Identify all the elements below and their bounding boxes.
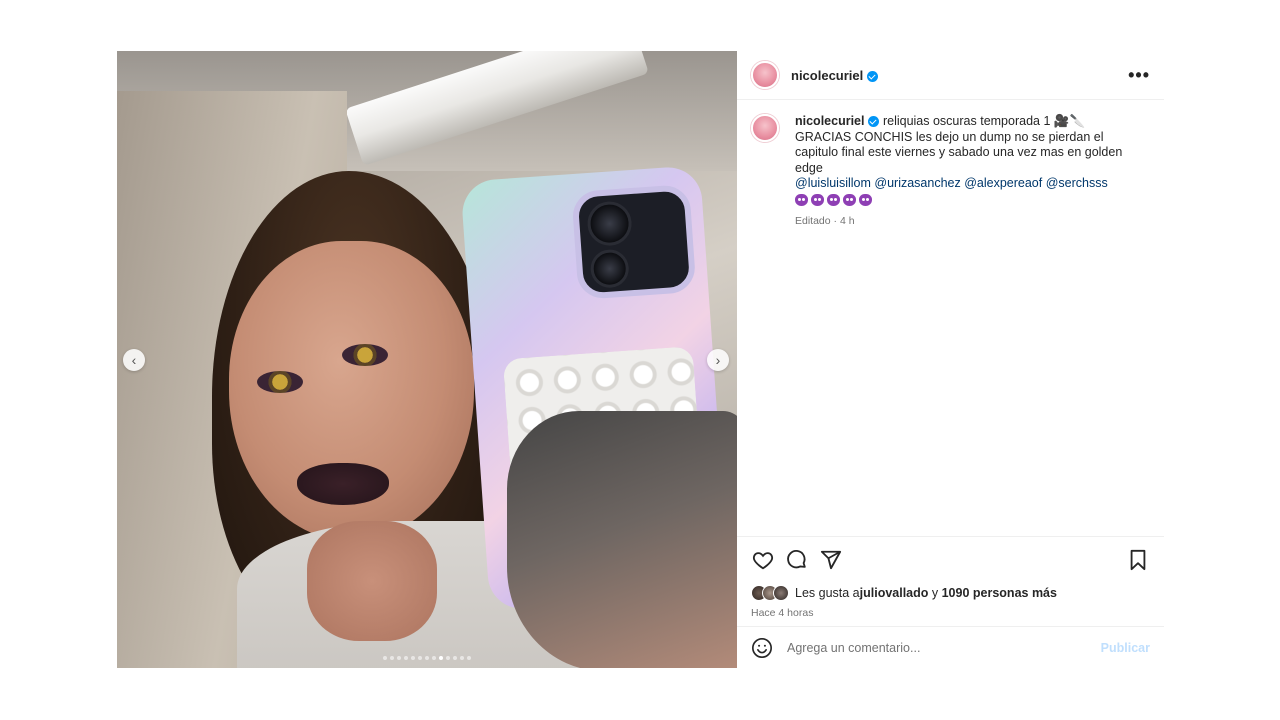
purple-demon-emoji-icon [795,193,808,206]
carousel-dot [404,656,408,660]
instagram-post: ‹ › nicolecuriel ••• nicolecuriel reliqu… [117,51,1164,668]
avatar[interactable] [751,61,779,89]
post-header: nicolecuriel ••• [737,51,1164,100]
carousel-dots [117,656,737,660]
carousel-dot [425,656,429,660]
purple-demon-emoji-icon [811,193,824,206]
comment-input[interactable] [787,640,1093,655]
publish-button[interactable]: Publicar [1101,641,1150,655]
liker-username[interactable]: juliovallado [860,586,929,600]
bookmark-icon[interactable] [1126,548,1150,572]
caption-avatar[interactable] [751,114,779,142]
likes-middle: y [928,586,942,600]
purple-demon-emoji-icon [827,193,840,206]
caption-area: nicolecuriel reliquias oscuras temporada… [737,100,1164,536]
liker-avatars[interactable] [751,585,789,601]
post-photo [117,51,737,668]
carousel-dot [411,656,415,660]
caption: nicolecuriel reliquias oscuras temporada… [795,114,1140,536]
post-time: Hace 4 horas [751,607,814,619]
carousel-dot [460,656,464,660]
caption-line2: GRACIAS CONCHIS les dejo un dump no se p… [795,129,1123,175]
caption-meta: Editado · 4 h [795,214,855,227]
heart-icon[interactable] [751,548,775,572]
carousel-dot [467,656,471,660]
post-media[interactable]: ‹ › [117,51,737,668]
mention-link[interactable]: @urizasanchez [874,176,960,190]
caption-username[interactable]: nicolecuriel [795,114,864,128]
carousel-dot [446,656,450,660]
carousel-dot [418,656,422,660]
carousel-dot [390,656,394,660]
carousel-next-button[interactable]: › [707,349,729,371]
mention-link[interactable]: @luisluisillom [795,176,871,190]
emoji-row [795,193,1140,206]
action-bar [737,536,1164,582]
username-text[interactable]: nicolecuriel [791,68,863,83]
verified-icon [867,70,879,82]
carousel-dot [397,656,401,660]
carousel-dot [439,656,443,660]
likes-count-link[interactable]: 1090 personas más [942,586,1057,600]
mention-link[interactable]: @serchsss [1046,176,1108,190]
carousel-dot [453,656,457,660]
purple-demon-emoji-icon [859,193,872,206]
likes-prefix: Les gusta a [795,586,860,600]
header-username[interactable]: nicolecuriel [791,68,879,83]
mention-link[interactable]: @alexpereaof [964,176,1042,190]
send-icon[interactable] [819,548,843,572]
verified-icon [868,116,880,128]
smiley-icon[interactable] [751,637,773,659]
avatar [773,585,789,601]
comment-icon[interactable] [785,548,809,572]
caption-line1: reliquias oscuras temporada 1 🎥🔪 [879,114,1086,128]
carousel-dot [383,656,387,660]
carousel-dot [432,656,436,660]
carousel-prev-button[interactable]: ‹ [123,349,145,371]
more-options-icon[interactable]: ••• [1128,65,1150,86]
comment-bar: Publicar [737,626,1164,668]
likes-summary: Les gusta a juliovallado y 1090 personas… [737,582,1164,604]
purple-demon-emoji-icon [843,193,856,206]
post-sidebar: nicolecuriel ••• nicolecuriel reliquias … [737,51,1164,668]
